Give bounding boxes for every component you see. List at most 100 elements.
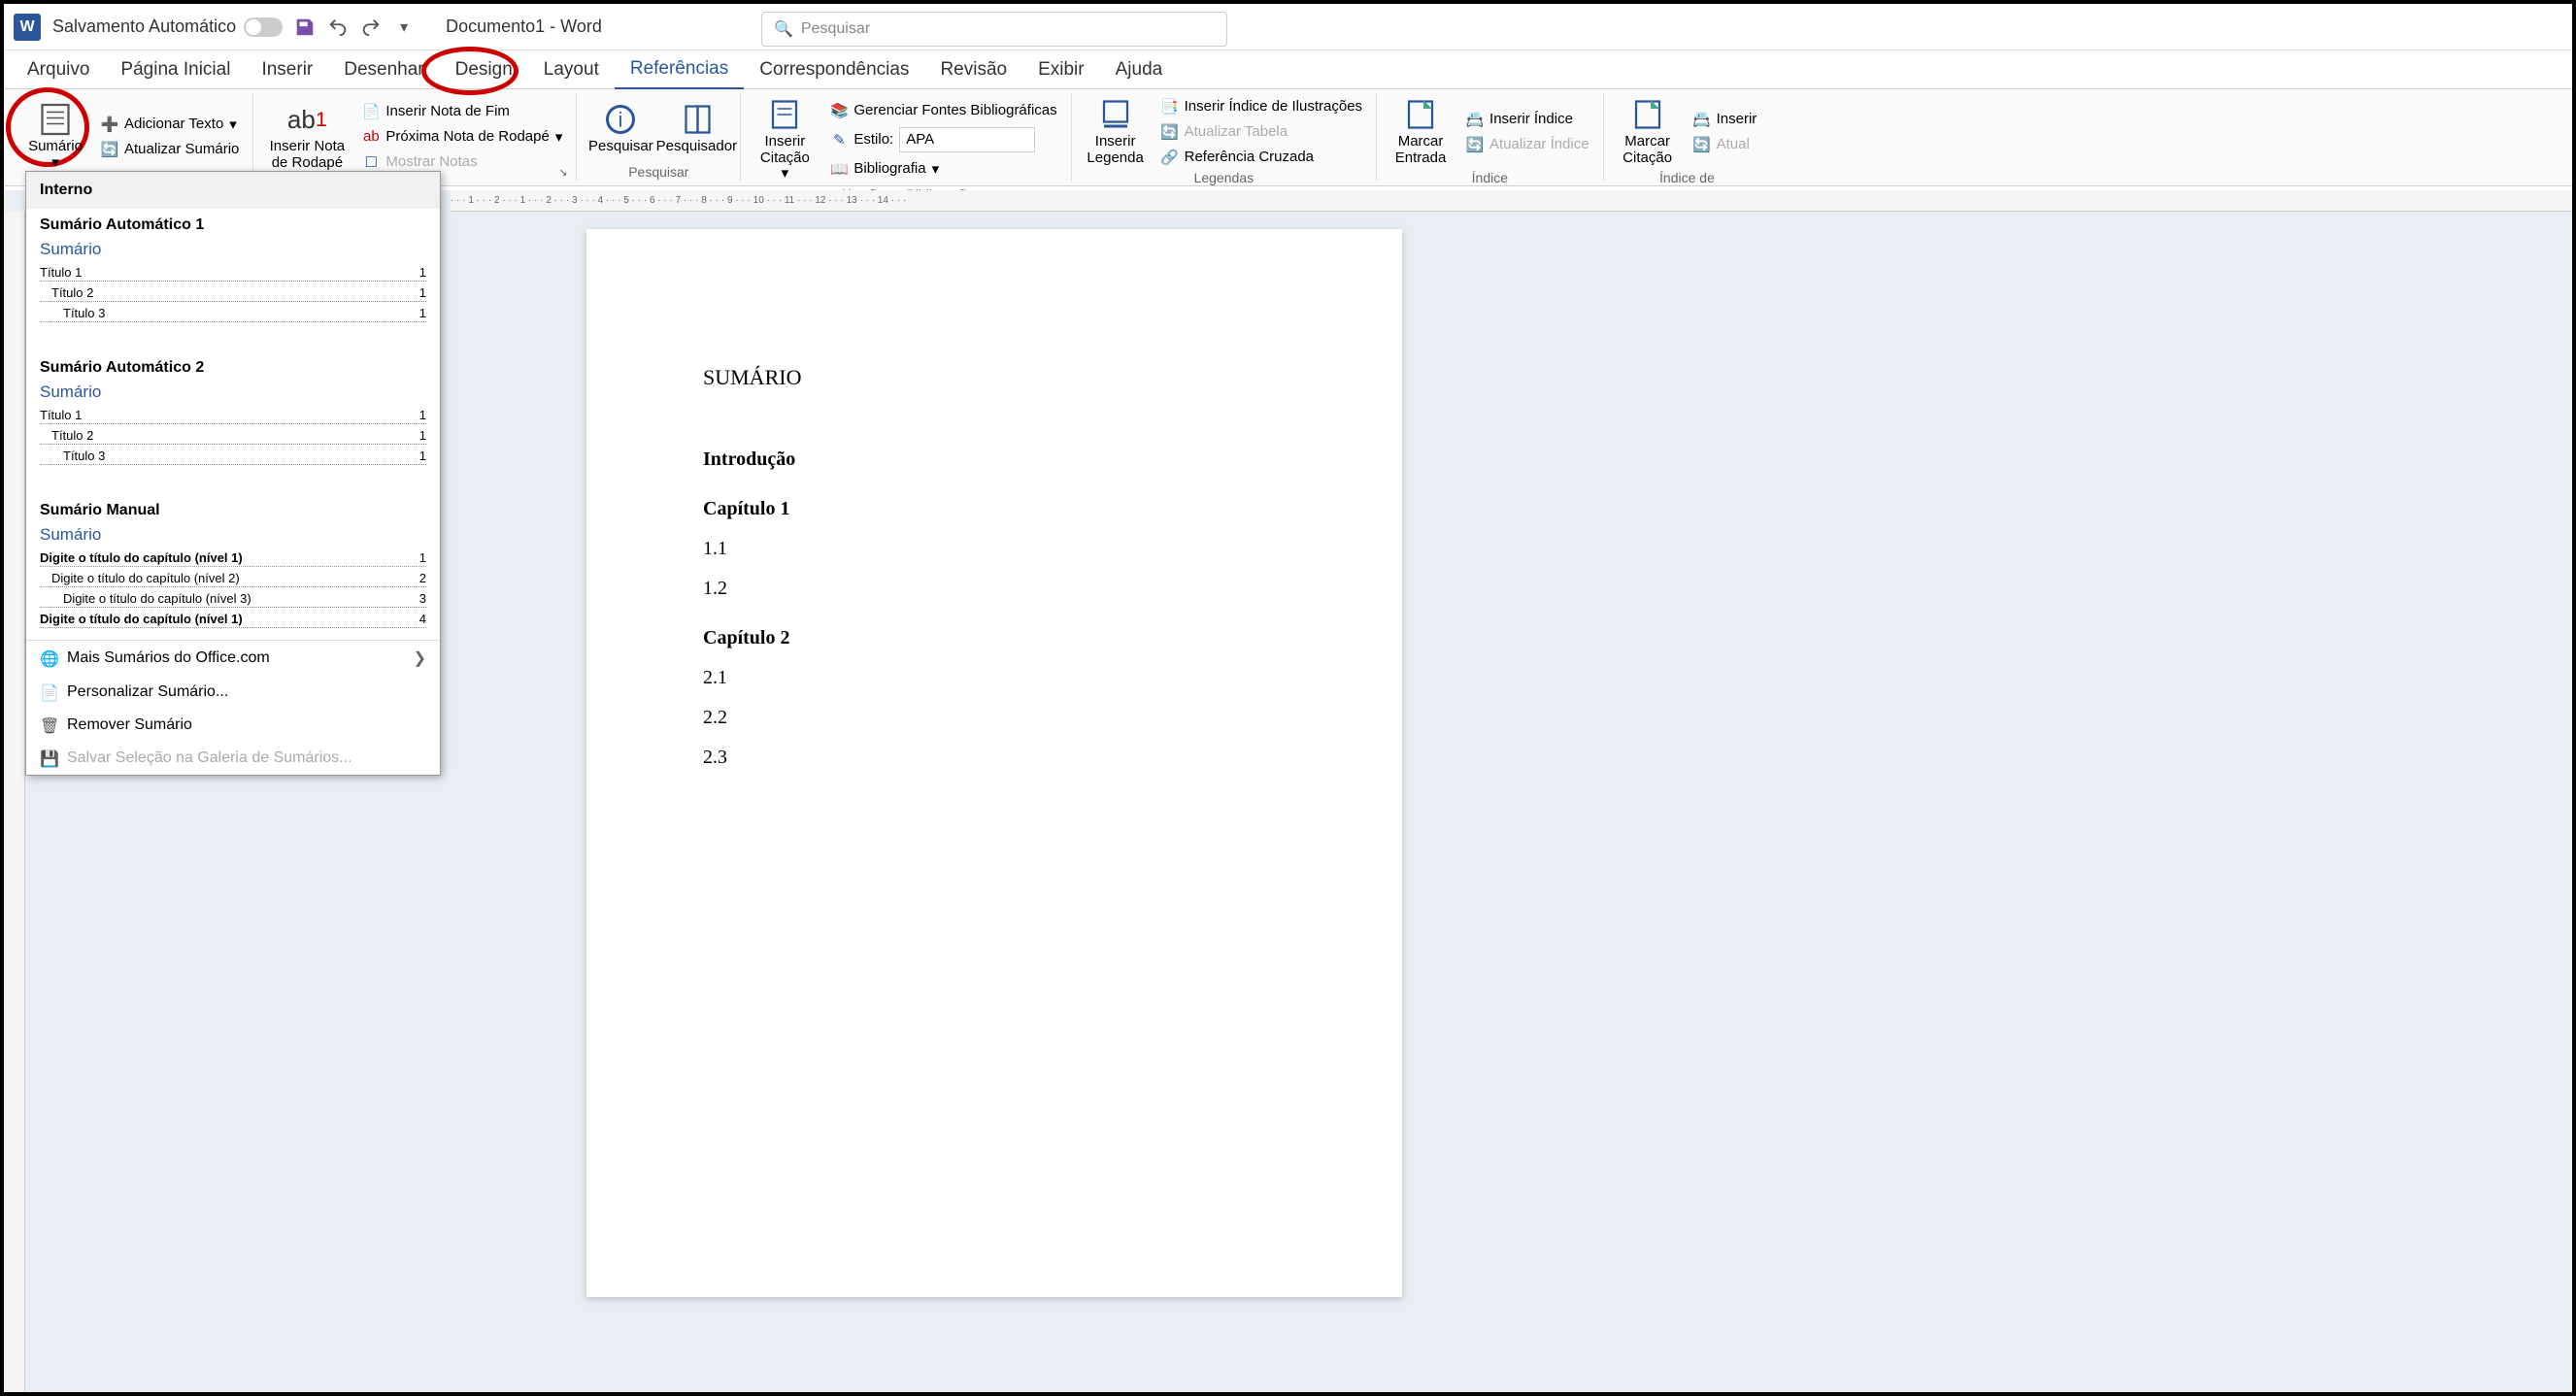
save-icon[interactable] <box>294 17 316 38</box>
group-label-indice-aut: Índice de <box>1614 170 1761 187</box>
qat-dropdown-icon[interactable]: ▾ <box>393 17 415 38</box>
document-title: Documento1 - Word <box>446 17 602 37</box>
sumario-label: Sumário <box>28 138 83 154</box>
mark-entry-button[interactable]: Marcar Entrada <box>1387 93 1455 170</box>
doc-c12: 1.2 <box>703 578 1286 600</box>
toc-auto2-option[interactable]: Sumário Automático 2 Sumário Título 11 T… <box>26 351 440 477</box>
horizontal-ruler[interactable]: · · · 1 · · · 2 · · · 1 · · · 2 · · · 3 … <box>451 190 2572 212</box>
remove-toc-button[interactable]: 🗑 Remover Sumário <box>26 709 440 742</box>
tab-layout[interactable]: Layout <box>528 51 615 88</box>
chevron-right-icon: ❯ <box>414 648 426 668</box>
mark-citation-icon <box>1630 97 1665 132</box>
group-indice: Marcar Entrada 📇Inserir Índice 🔄Atualiza… <box>1377 93 1604 182</box>
cross-ref-icon: 🔗 <box>1161 149 1179 166</box>
tab-desenhar[interactable]: Desenhar <box>328 51 439 88</box>
tab-correspondencias[interactable]: Correspondências <box>744 51 924 88</box>
title-bar: W Salvamento Automático ▾ Documento1 - W… <box>4 4 2572 50</box>
show-notes-button: ☐Mostrar Notas <box>358 151 566 173</box>
bibliography-button[interactable]: 📖Bibliografia ▾ <box>826 158 1060 180</box>
group-notas: ab1 Inserir Nota de Rodapé 📄Inserir Nota… <box>253 93 577 182</box>
refresh-icon: 🔄 <box>101 141 118 158</box>
tab-design[interactable]: Design <box>440 51 528 88</box>
citation-icon <box>767 97 802 132</box>
manage-sources-button[interactable]: 📚Gerenciar Fontes Bibliográficas <box>826 100 1060 121</box>
toggle-icon[interactable] <box>244 17 283 37</box>
insert-figures-index-button[interactable]: 📑Inserir Índice de Ilustrações <box>1157 96 1366 117</box>
insert-citation-button[interactable]: Inserir Citação ▾ <box>751 93 819 186</box>
mark-entry-icon <box>1403 97 1438 132</box>
group-legendas: Inserir Legenda 📑Inserir Índice de Ilust… <box>1072 93 1377 182</box>
group-label-legendas: Legendas <box>1082 170 1366 187</box>
update-index-button: 🔄Atualizar Índice <box>1462 134 1593 155</box>
caption-icon <box>1098 97 1133 132</box>
search-placeholder: Pesquisar <box>801 20 870 38</box>
insert-footnote-button[interactable]: ab1 Inserir Nota de Rodapé <box>263 93 351 180</box>
undo-icon[interactable] <box>327 17 349 38</box>
sumario-button[interactable]: Sumário ▾ <box>21 93 89 180</box>
next-footnote-icon: ab <box>362 128 380 146</box>
doc-c23: 2.3 <box>703 747 1286 769</box>
search-icon: 🔍 <box>774 19 793 39</box>
doc-c11: 1.1 <box>703 538 1286 560</box>
insert-authorities-button[interactable]: 📇Inserir <box>1689 109 1761 130</box>
insert-index-button[interactable]: 📇Inserir Índice <box>1462 109 1593 130</box>
style-dropdown[interactable] <box>899 127 1035 152</box>
update-toc-button[interactable]: 🔄Atualizar Sumário <box>97 139 243 160</box>
next-footnote-button[interactable]: abPróxima Nota de Rodapé ▾ <box>358 126 566 148</box>
tab-exibir[interactable]: Exibir <box>1022 51 1100 88</box>
mark-citation-button[interactable]: Marcar Citação <box>1614 93 1682 170</box>
doc-c22: 2.2 <box>703 707 1286 729</box>
show-notes-icon: ☐ <box>362 153 380 171</box>
svg-text:i: i <box>619 110 623 132</box>
insert-index-icon: 📇 <box>1466 111 1484 128</box>
update-table-button: 🔄Atualizar Tabela <box>1157 121 1366 143</box>
more-toc-office-button[interactable]: 🌐 Mais Sumários do Office.com ❯ <box>26 641 440 676</box>
bibliography-icon: 📖 <box>830 160 848 178</box>
ribbon-tabs: Arquivo Página Inicial Inserir Desenhar … <box>4 50 2572 89</box>
autosave-toggle[interactable]: Salvamento Automático <box>52 17 283 37</box>
tab-pagina-inicial[interactable]: Página Inicial <box>105 51 246 88</box>
tab-arquivo[interactable]: Arquivo <box>12 51 105 88</box>
globe-icon: 🌐 <box>40 649 57 667</box>
toc-manual-option[interactable]: Sumário Manual Sumário Digite o título d… <box>26 494 440 640</box>
add-text-button[interactable]: ➕Adicionar Texto ▾ <box>97 114 243 135</box>
group-label-pesquisar: Pesquisar <box>586 164 730 182</box>
researcher-button[interactable]: Pesquisador <box>662 93 730 164</box>
sumario-dropdown: Interno Sumário Automático 1 Sumário Tít… <box>25 171 441 776</box>
search-input[interactable]: 🔍 Pesquisar <box>761 12 1227 47</box>
doc-cap1: Capítulo 1 <box>703 498 1286 520</box>
figures-index-icon: 📑 <box>1161 98 1179 116</box>
footnote-icon: ab1 <box>289 102 324 137</box>
sources-icon: 📚 <box>830 102 848 119</box>
update-index-icon: 🔄 <box>1466 136 1484 153</box>
dialog-launcher-icon[interactable]: ↘ <box>558 166 572 180</box>
style-icon: ✎ <box>830 131 848 149</box>
style-select[interactable]: ✎Estilo: <box>826 125 1060 154</box>
doc-heading-sumario: SUMÁRIO <box>703 365 1286 390</box>
custom-toc-button[interactable]: 📄 Personalizar Sumário... <box>26 676 440 709</box>
update-table-icon: 🔄 <box>1161 123 1179 141</box>
cross-reference-button[interactable]: 🔗Referência Cruzada <box>1157 147 1366 168</box>
document-icon: 📄 <box>40 683 57 701</box>
group-sumario: Sumário ▾ ➕Adicionar Texto ▾ 🔄Atualizar … <box>12 93 253 182</box>
insert-endnote-button[interactable]: 📄Inserir Nota de Fim <box>358 101 566 122</box>
group-citacoes: Inserir Citação ▾ 📚Gerenciar Fontes Bibl… <box>741 93 1071 182</box>
researcher-icon <box>679 102 714 137</box>
tab-inserir[interactable]: Inserir <box>246 51 328 88</box>
tab-referencias[interactable]: Referências <box>615 50 744 89</box>
info-icon: i <box>603 102 638 137</box>
toc-icon <box>38 102 73 137</box>
remove-icon: 🗑 <box>40 716 57 734</box>
smart-lookup-button[interactable]: i Pesquisar <box>586 93 654 164</box>
document-page[interactable]: SUMÁRIO Introdução Capítulo 1 1.1 1.2 Ca… <box>586 229 1402 1297</box>
tab-revisao[interactable]: Revisão <box>924 51 1022 88</box>
toc-auto1-option[interactable]: Sumário Automático 1 Sumário Título 11 T… <box>26 209 440 334</box>
autosave-label: Salvamento Automático <box>52 17 236 37</box>
redo-icon[interactable] <box>360 17 382 38</box>
vertical-ruler[interactable] <box>4 212 25 1392</box>
insert-caption-button[interactable]: Inserir Legenda <box>1082 93 1150 170</box>
update-authorities-button: 🔄Atual <box>1689 134 1761 155</box>
doc-cap2: Capítulo 2 <box>703 627 1286 649</box>
word-logo-icon: W <box>14 14 41 41</box>
tab-ajuda[interactable]: Ajuda <box>1100 51 1179 88</box>
